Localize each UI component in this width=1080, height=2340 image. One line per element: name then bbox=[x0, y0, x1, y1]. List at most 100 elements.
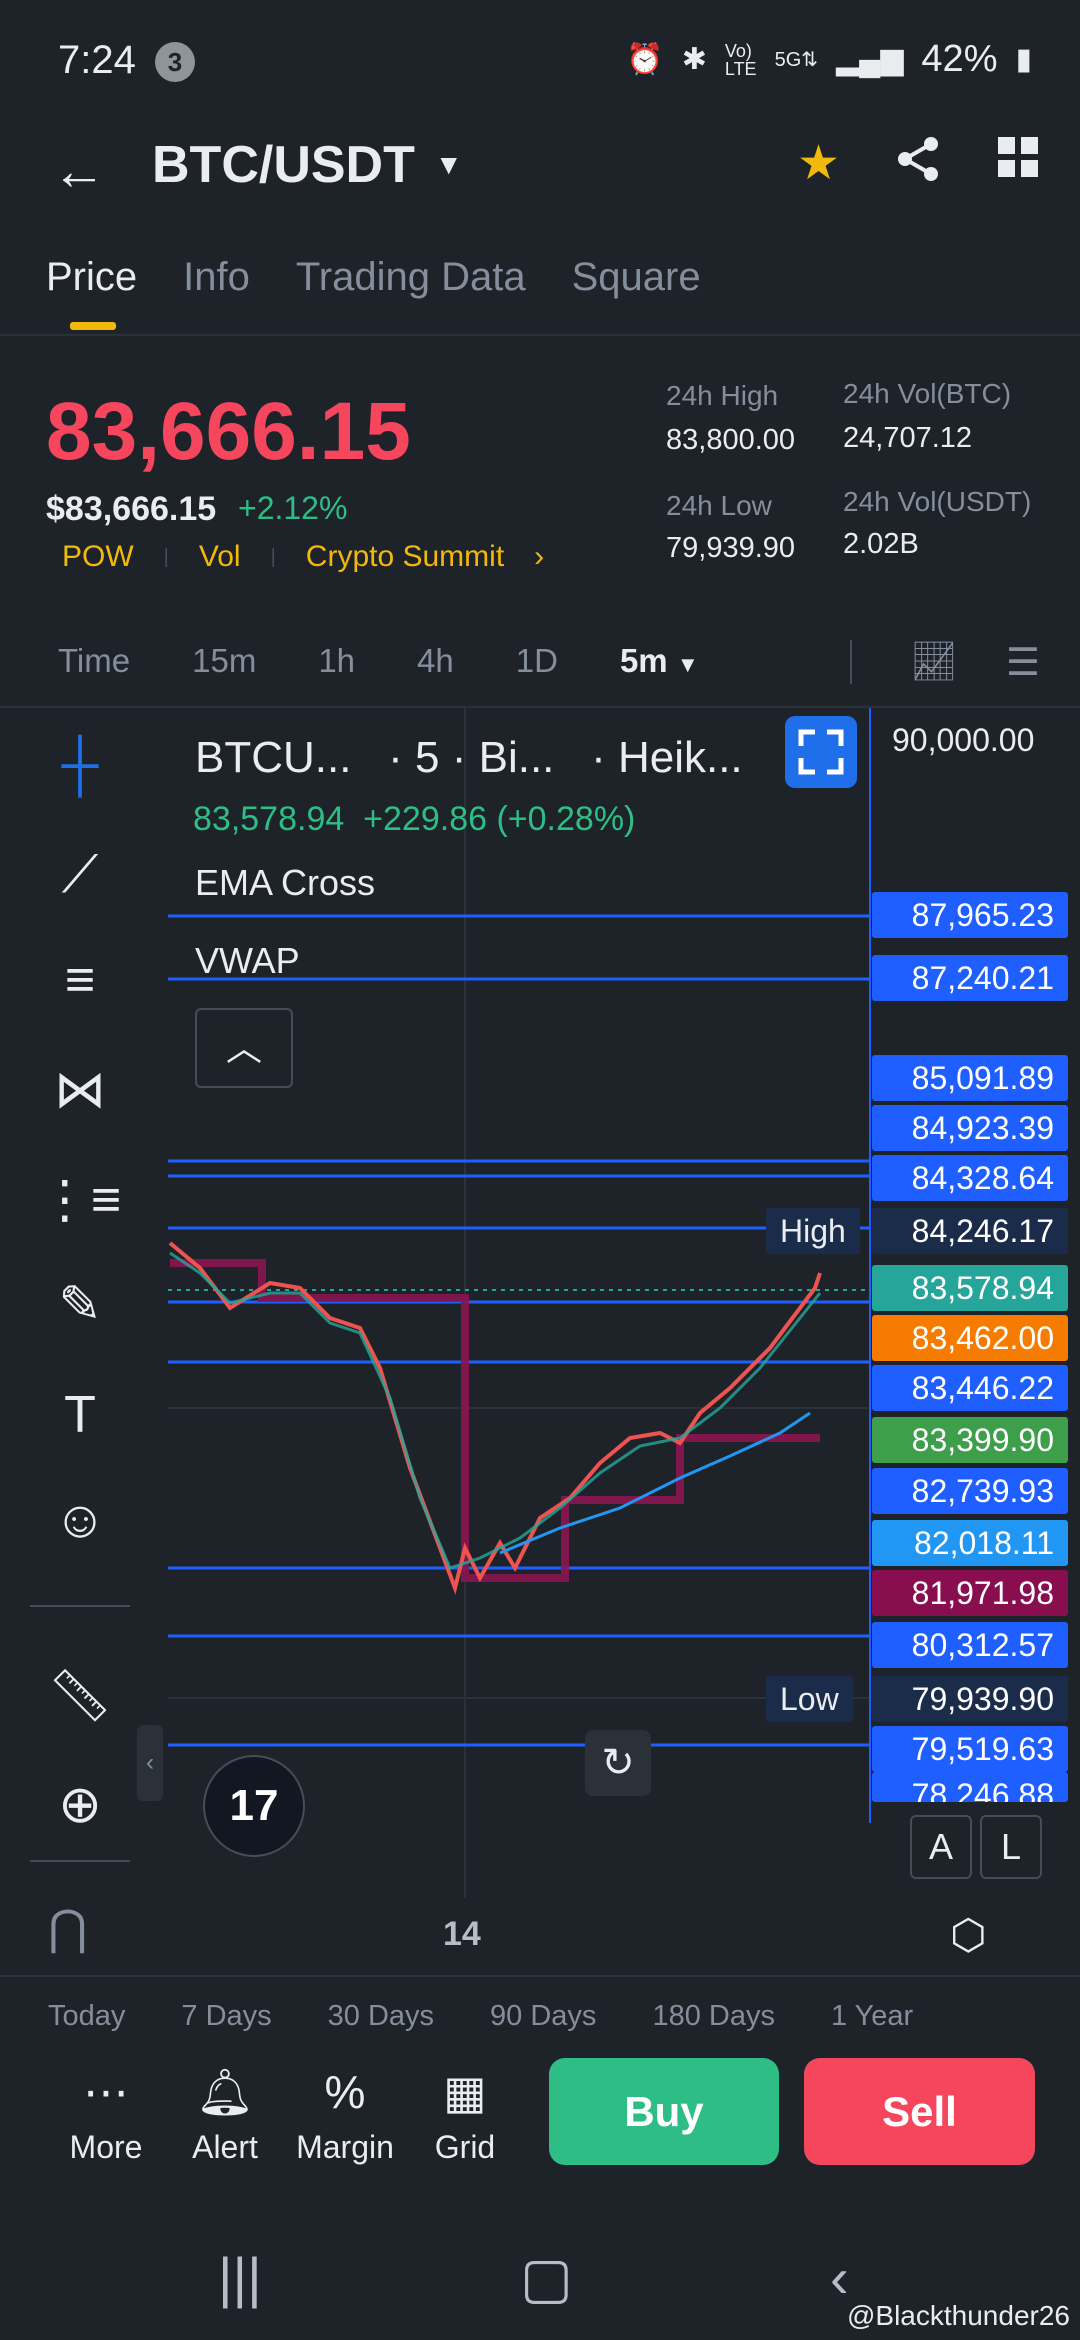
fullscreen-button[interactable] bbox=[785, 716, 857, 788]
ruler-icon[interactable]: 📏︎ bbox=[30, 1665, 130, 1726]
interval-4h[interactable]: 4h bbox=[417, 642, 454, 680]
interval-1d[interactable]: 1D bbox=[516, 642, 558, 680]
zoom-in-icon[interactable]: ⊕ bbox=[30, 1775, 130, 1835]
caret-down-icon: ▼ bbox=[434, 149, 463, 180]
tradingview-logo[interactable]: 17 bbox=[203, 1755, 305, 1857]
active-tab-indicator bbox=[70, 322, 116, 330]
price-axis-label: 84,328.64 bbox=[872, 1155, 1068, 1201]
high-label: 24h High bbox=[666, 380, 779, 411]
chart-symbol: BTCU... bbox=[195, 733, 352, 782]
low-label: 24h Low bbox=[666, 490, 772, 521]
divider bbox=[30, 1605, 130, 1607]
range-selector: Today 7 Days 30 Days 90 Days 180 Days 1 … bbox=[48, 2000, 969, 2033]
toolbar-toggle-handle[interactable]: ‹ bbox=[137, 1725, 163, 1801]
status-bar: 7:24 3 ⏰ ✱ Vo) LTE 5G⇅ ▂▄▆ 42% ▮ bbox=[0, 0, 1080, 125]
indicator-vwap[interactable]: VWAP bbox=[195, 940, 300, 982]
high-tag: High bbox=[766, 1208, 860, 1254]
ohlc-close: 83,578.94 bbox=[193, 800, 345, 838]
magnet-icon[interactable]: ⋂ bbox=[48, 1900, 87, 1956]
ohlc-change: +229.86 (+0.28%) bbox=[363, 800, 636, 838]
tab-trading-data[interactable]: Trading Data bbox=[296, 255, 526, 300]
tag-crypto-summit[interactable]: Crypto Summit bbox=[306, 540, 504, 574]
fib-icon[interactable]: ⋮≡ bbox=[30, 1170, 130, 1230]
recent-apps-icon[interactable]: ||| bbox=[218, 2245, 262, 2310]
divider bbox=[0, 1975, 1080, 1977]
log-scale-button[interactable]: L bbox=[980, 1815, 1042, 1879]
interval-time[interactable]: Time bbox=[58, 642, 130, 680]
favorite-star-icon[interactable]: ★ bbox=[797, 135, 840, 195]
indicator-ema-cross[interactable]: EMA Cross bbox=[195, 862, 375, 904]
grid-bot-icon: ▦ bbox=[443, 2066, 487, 2118]
price-axis-label: 79,519.63 bbox=[872, 1726, 1068, 1772]
tag-separator: | bbox=[270, 545, 276, 568]
drawing-toolbar: ┼ ⟋ ≡ ⋈ ⋮≡ ✎ T ☺ 📏︎ ⊕ bbox=[30, 735, 130, 1935]
auto-scale-button[interactable]: A bbox=[910, 1815, 972, 1879]
chevron-right-icon[interactable]: › bbox=[534, 540, 544, 574]
tab-square[interactable]: Square bbox=[572, 255, 701, 300]
nav-back-icon[interactable]: ‹ bbox=[830, 2245, 849, 2310]
emoji-icon[interactable]: ☺ bbox=[30, 1490, 130, 1550]
range-90-days[interactable]: 90 Days bbox=[490, 2000, 596, 2033]
divider bbox=[0, 334, 1080, 336]
price-axis-label: 84,923.39 bbox=[872, 1105, 1068, 1151]
tab-price[interactable]: Price bbox=[46, 255, 137, 300]
price-axis-label: 83,446.22 bbox=[872, 1365, 1068, 1411]
tag-vol[interactable]: Vol bbox=[199, 540, 241, 574]
high-value: 83,800.00 bbox=[666, 424, 796, 456]
horizontal-lines-icon[interactable]: ≡ bbox=[30, 950, 130, 1010]
grid-button[interactable]: ▦ Grid bbox=[415, 2065, 515, 2166]
home-icon[interactable]: ▢ bbox=[520, 2245, 573, 2311]
brush-icon[interactable]: ✎ bbox=[30, 1275, 130, 1335]
caret-down-icon: ▼ bbox=[676, 652, 699, 677]
battery-level: 42% bbox=[921, 38, 998, 80]
reset-chart-button[interactable]: ↻ bbox=[585, 1730, 651, 1796]
last-price: 83,666.15 bbox=[46, 386, 411, 477]
trend-line-icon[interactable]: ⟋ bbox=[30, 845, 130, 906]
price-axis-label: 82,739.93 bbox=[872, 1468, 1068, 1514]
interval-1h[interactable]: 1h bbox=[318, 642, 355, 680]
bell-icon: 🔔︎ bbox=[195, 2066, 255, 2118]
tag-pow[interactable]: POW bbox=[62, 540, 134, 574]
bluetooth-icon: ✱ bbox=[681, 43, 707, 76]
chart-legend-title: BTCU... · 5 · Bi... · Heik... bbox=[195, 733, 743, 783]
alarm-icon: ⏰ bbox=[626, 43, 664, 76]
low-tag: Low bbox=[766, 1676, 853, 1722]
price-axis-label: 79,939.90 bbox=[872, 1676, 1068, 1722]
range-today[interactable]: Today bbox=[48, 2000, 125, 2033]
range-30-days[interactable]: 30 Days bbox=[328, 2000, 434, 2033]
pair-selector[interactable]: BTC/USDT ▼ bbox=[152, 135, 463, 195]
notification-count-badge: 3 bbox=[155, 42, 195, 82]
pattern-icon[interactable]: ⋈ bbox=[30, 1060, 130, 1120]
grid-menu-icon[interactable] bbox=[996, 135, 1040, 195]
vol-usdt-label: 24h Vol(USDT) bbox=[843, 486, 1032, 517]
back-arrow-icon[interactable]: ← bbox=[52, 140, 106, 202]
crosshair-icon[interactable]: ┼ bbox=[30, 735, 130, 795]
indicator-chart-icon[interactable]: 📈︎ bbox=[910, 640, 958, 685]
change-percent: +2.12% bbox=[238, 490, 348, 526]
vol-btc-label: 24h Vol(BTC) bbox=[843, 378, 1012, 409]
range-1-year[interactable]: 1 Year bbox=[831, 2000, 913, 2033]
margin-button[interactable]: % Margin bbox=[295, 2065, 395, 2166]
chart-type: · Heik... bbox=[591, 733, 743, 782]
tab-info[interactable]: Info bbox=[183, 255, 250, 300]
more-button[interactable]: ⋯ More bbox=[56, 2065, 156, 2166]
chart-settings-icon[interactable]: ☰ bbox=[1006, 640, 1040, 685]
price-axis-label: 83,399.90 bbox=[872, 1417, 1068, 1463]
share-icon[interactable] bbox=[895, 135, 941, 195]
axis-top-label: 90,000.00 bbox=[892, 722, 1035, 758]
alert-button[interactable]: 🔔︎ Alert bbox=[175, 2065, 275, 2166]
range-180-days[interactable]: 180 Days bbox=[652, 2000, 775, 2033]
buy-button[interactable]: Buy bbox=[549, 2058, 779, 2165]
price-axis-label: 78,246.88 bbox=[872, 1772, 1068, 1802]
text-tool-icon[interactable]: T bbox=[30, 1385, 130, 1445]
volte-icon: Vo) LTE bbox=[724, 40, 757, 79]
collapse-indicators-button[interactable]: ︿ bbox=[195, 1008, 293, 1088]
chart-settings-hex-icon[interactable]: ⬡ bbox=[950, 1910, 987, 1959]
interval-active[interactable]: 5m ▼ bbox=[620, 642, 699, 680]
percent-icon: % bbox=[324, 2066, 366, 2118]
price-axis-label: 80,312.57 bbox=[872, 1622, 1068, 1668]
interval-15m[interactable]: 15m bbox=[192, 642, 256, 680]
range-7-days[interactable]: 7 Days bbox=[181, 2000, 271, 2033]
more-icon: ⋯ bbox=[83, 2066, 129, 2118]
sell-button[interactable]: Sell bbox=[804, 2058, 1035, 2165]
